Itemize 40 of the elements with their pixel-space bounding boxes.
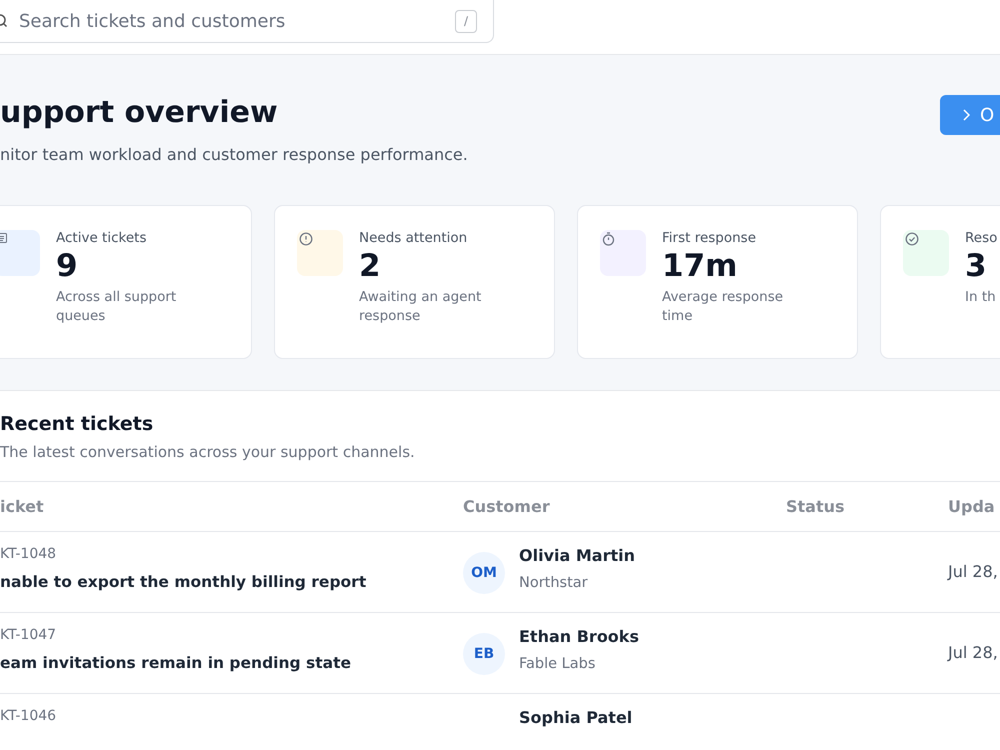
page-title: upport overview [0, 95, 278, 130]
shortcut-key: / [455, 10, 477, 32]
stat-note: Across all support queues [56, 288, 178, 326]
ticket-subject[interactable]: eam invitations remain in pending state [0, 654, 463, 672]
column-header: Upda [948, 497, 995, 516]
stat-value: 2 [359, 248, 382, 284]
column-header: Status [786, 497, 845, 516]
page-subtitle: nitor team workload and customer response performance. [0, 145, 468, 164]
customer-name: Ethan Brooks [519, 627, 639, 646]
stat-note: Average response time [662, 288, 784, 326]
customer-company: Fable Labs [519, 656, 596, 672]
stat-note: Awaiting an agent response [359, 288, 482, 326]
stat-label: First response [662, 230, 758, 246]
ticket-subject[interactable]: nable to export the monthly billing report [0, 573, 463, 591]
updated-date: Jul 28, [948, 562, 999, 581]
ticket-id: KT-1047 [0, 627, 58, 643]
search-input[interactable]: Search tickets and customers [17, 10, 455, 32]
section-title: Recent tickets [0, 413, 154, 435]
stopwatch-icon [602, 232, 615, 246]
stat-label: Reso [965, 230, 998, 246]
ticket-id: KT-1046 [0, 708, 58, 724]
stat-note: In th [965, 288, 997, 307]
column-header: Customer [463, 497, 550, 516]
chevron-right-icon [962, 109, 970, 121]
check-circle-icon [905, 232, 919, 246]
stat-label: Needs attention [359, 230, 468, 246]
updated-date: Jul 28, [948, 643, 999, 662]
stat-value: 17m [662, 248, 738, 284]
alert-icon [299, 232, 313, 246]
section-subtitle: The latest conversations across your support channels. [0, 443, 416, 461]
customer-avatar: OM [463, 552, 505, 594]
customer-name: Olivia Martin [519, 546, 635, 565]
stat-label: Active tickets [56, 230, 148, 246]
stat-value: 3 [965, 248, 988, 284]
customer-company: Northstar [519, 575, 589, 591]
customer-avatar: EB [463, 633, 505, 675]
customer-name: Sophia Patel [519, 708, 632, 727]
ticket-id: KT-1048 [0, 546, 58, 562]
column-header: icket [0, 497, 44, 516]
stat-value: 9 [56, 248, 79, 284]
